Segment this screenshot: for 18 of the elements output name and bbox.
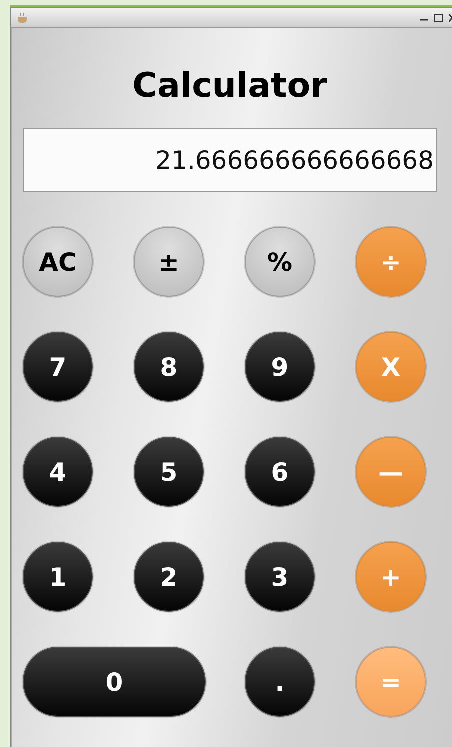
digit-button[interactable]: 6 [245, 437, 315, 507]
digit-button[interactable]: 7 [23, 332, 93, 402]
digit-button[interactable]: 2 [134, 542, 204, 612]
function-button[interactable]: AC [23, 227, 93, 297]
maximize-icon[interactable] [434, 14, 443, 22]
digit-button[interactable]: 3 [245, 542, 315, 612]
digit-button[interactable]: . [245, 647, 315, 717]
digit-button[interactable]: 8 [134, 332, 204, 402]
digit-button[interactable]: 4 [23, 437, 93, 507]
digit-button[interactable]: 5 [134, 437, 204, 507]
function-button[interactable]: ± [134, 227, 204, 297]
digit-button[interactable]: 0 [23, 647, 206, 717]
digit-button[interactable]: 9 [245, 332, 315, 402]
function-button[interactable]: % [245, 227, 315, 297]
digit-button[interactable]: 1 [23, 542, 93, 612]
app-icon [17, 12, 29, 22]
app-title: Calculator [132, 66, 328, 106]
display-field[interactable]: 21.666666666666668 [23, 128, 437, 192]
